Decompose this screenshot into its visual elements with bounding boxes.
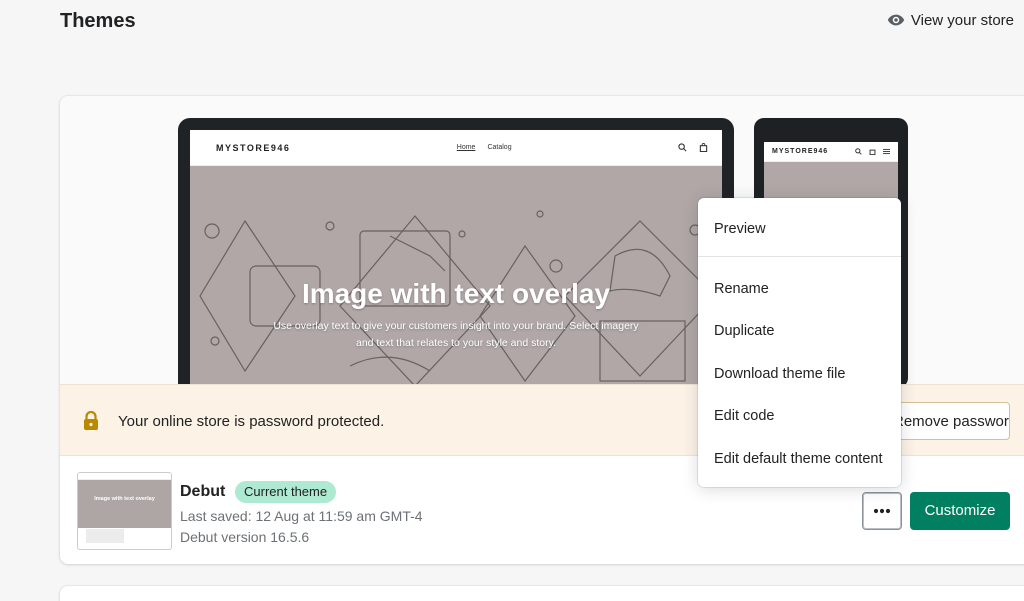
menu-item-duplicate[interactable]: Duplicate bbox=[698, 313, 901, 349]
search-icon bbox=[855, 148, 862, 155]
store-nav-catalog: Catalog bbox=[487, 144, 512, 151]
theme-last-saved: Last saved: 12 Aug at 11:59 am GMT-4 bbox=[180, 508, 423, 524]
menu-divider bbox=[698, 256, 901, 257]
next-card bbox=[60, 586, 1024, 601]
menu-item-edit-default-theme-content[interactable]: Edit default theme content bbox=[698, 441, 901, 477]
thumbnail-header bbox=[78, 473, 171, 480]
more-horizontal-icon bbox=[873, 508, 891, 514]
eye-icon bbox=[887, 14, 904, 26]
remove-password-button[interactable]: Remove password bbox=[892, 402, 1010, 440]
search-icon bbox=[678, 143, 687, 152]
themes-page: Themes View your store MYSTORE946 Home C… bbox=[0, 0, 1024, 601]
bag-icon bbox=[869, 149, 876, 155]
thumbnail-block bbox=[86, 529, 124, 543]
theme-name: Debut bbox=[180, 483, 226, 500]
view-store-label: View your store bbox=[910, 11, 1014, 29]
menu-item-preview[interactable]: Preview bbox=[698, 211, 901, 247]
theme-thumbnail[interactable]: Image with text overlay bbox=[77, 472, 172, 550]
password-banner-text: Your online store is password protected. bbox=[118, 413, 385, 430]
store-icons bbox=[678, 143, 708, 152]
bag-icon bbox=[699, 143, 708, 152]
lock-icon bbox=[84, 411, 98, 430]
menu-item-rename[interactable]: Rename bbox=[698, 271, 901, 307]
store-nav: Home Catalog bbox=[457, 144, 512, 151]
theme-version: Debut version 16.5.6 bbox=[180, 529, 310, 545]
menu-item-edit-code[interactable]: Edit code bbox=[698, 398, 901, 434]
hamburger-icon bbox=[883, 148, 890, 155]
thumbnail-hero-text: Image with text overlay bbox=[94, 496, 155, 502]
hero-subtitle: Use overlay text to give your customers … bbox=[273, 320, 639, 349]
page-title: Themes bbox=[60, 10, 136, 32]
store-logo: MYSTORE946 bbox=[216, 142, 291, 153]
thumbnail-hero: Image with text overlay bbox=[78, 480, 171, 528]
desktop-screen: MYSTORE946 Home Catalog Image with text … bbox=[190, 130, 722, 408]
current-theme-badge: Current theme bbox=[235, 481, 337, 503]
menu-item-download-theme-file[interactable]: Download theme file bbox=[698, 356, 901, 392]
theme-actions-menu: Preview Rename Duplicate Download theme … bbox=[698, 198, 901, 487]
view-store-link[interactable]: View your store bbox=[887, 11, 1014, 29]
store-nav-home: Home bbox=[456, 144, 476, 151]
mobile-store-icons bbox=[855, 148, 890, 155]
hero-title: Image with text overlay bbox=[301, 278, 611, 309]
desktop-preview: MYSTORE946 Home Catalog Image with text … bbox=[178, 118, 734, 408]
theme-meta: Last saved: 12 Aug at 11:59 am GMT-4 Deb… bbox=[180, 506, 423, 548]
store-header: MYSTORE946 Home Catalog bbox=[190, 130, 722, 166]
mobile-store-header: MYSTORE946 bbox=[764, 142, 898, 162]
theme-actions-button[interactable] bbox=[862, 492, 902, 530]
mobile-store-logo: MYSTORE946 bbox=[772, 148, 829, 155]
hero-banner: Image with text overlay Use overlay text… bbox=[190, 166, 722, 408]
customize-button[interactable]: Customize bbox=[910, 492, 1010, 530]
